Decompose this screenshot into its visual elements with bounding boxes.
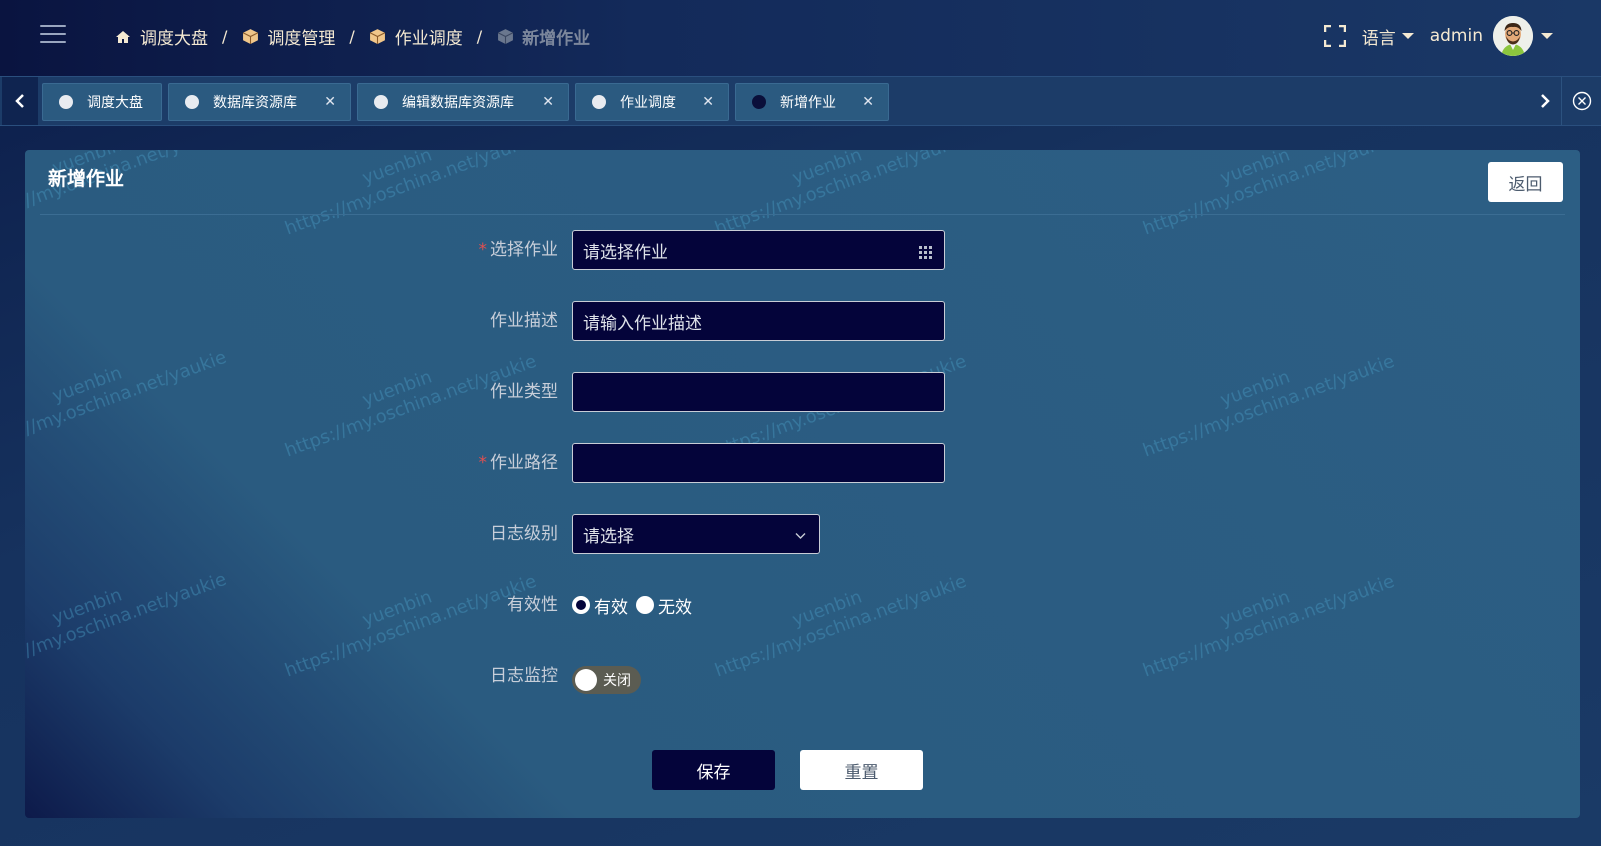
required-mark: * <box>478 240 488 260</box>
select-job-label: * 选择作业 <box>478 240 559 260</box>
job-description-placeholder: 请输入作业描述 <box>583 313 702 334</box>
box-icon <box>496 28 514 46</box>
log-monitor-toggle[interactable]: 关闭 <box>572 666 641 694</box>
tab-label: 编辑数据库资源库 <box>402 95 514 111</box>
tabs-scroll-right-icon[interactable] <box>1527 77 1563 125</box>
tab-close-icon[interactable]: ✕ <box>542 94 554 110</box>
validity-radio-group: 有效 无效 <box>572 585 700 625</box>
job-type-input[interactable] <box>572 372 945 412</box>
breadcrumb-item-dashboard[interactable]: 调度大盘 <box>114 24 208 49</box>
grid-icon[interactable] <box>919 244 932 259</box>
breadcrumb-item-schedule-management[interactable]: 调度管理 <box>241 24 335 49</box>
tab-database-repository[interactable]: 数据库资源库 ✕ <box>168 83 351 121</box>
tab-close-icon[interactable]: ✕ <box>862 94 874 110</box>
log-level-placeholder: 请选择 <box>583 526 634 547</box>
tab-label: 新增作业 <box>780 95 836 111</box>
form-row-job-path: * 作业路径 <box>25 443 1580 483</box>
top-header: 调度大盘 / 调度管理 / 作业调度 / 新增作业 语言 admin <box>0 0 1601 76</box>
tab-new-job[interactable]: 新增作业 ✕ <box>735 83 889 121</box>
tab-dot-icon <box>374 95 388 109</box>
validity-label: 有效性 <box>507 595 558 615</box>
select-job-placeholder: 请选择作业 <box>583 242 668 263</box>
breadcrumb-separator: / <box>476 27 483 46</box>
tab-close-icon[interactable]: ✕ <box>702 94 714 110</box>
tab-edit-database-repository[interactable]: 编辑数据库资源库 ✕ <box>357 83 569 121</box>
username: admin <box>1429 26 1483 46</box>
tabs-scroll-left-icon[interactable] <box>2 77 38 125</box>
radio-invalid[interactable]: 无效 <box>636 593 692 618</box>
tab-dashboard[interactable]: 调度大盘 <box>42 83 162 121</box>
back-button[interactable]: 返回 <box>1488 162 1563 202</box>
form-row-validity: 有效性 有效 无效 <box>25 585 1580 625</box>
reset-button[interactable]: 重置 <box>800 750 923 790</box>
breadcrumb-label: 新增作业 <box>522 29 591 49</box>
job-type-label: 作业类型 <box>490 382 558 402</box>
watermark: yuenbinhttps://my.oschina.net/yaukie <box>1140 150 1398 240</box>
select-job-input[interactable]: 请选择作业 <box>572 230 945 270</box>
fullscreen-icon[interactable] <box>1323 24 1346 48</box>
log-level-select[interactable]: 请选择 <box>572 514 820 554</box>
home-icon <box>114 28 132 46</box>
radio-checked-icon <box>572 596 590 614</box>
box-icon <box>241 28 259 46</box>
job-path-input[interactable] <box>572 443 945 483</box>
avatar <box>1493 16 1533 56</box>
radio-unchecked-icon <box>636 596 654 614</box>
log-level-label: 日志级别 <box>490 524 558 544</box>
caret-down-icon <box>1401 33 1414 39</box>
radio-valid-label: 有效 <box>594 597 628 618</box>
chevron-down-icon <box>794 527 807 540</box>
form-row-job-description: 作业描述 请输入作业描述 <box>25 301 1580 341</box>
breadcrumb: 调度大盘 / 调度管理 / 作业调度 / 新增作业 <box>114 24 590 49</box>
tab-close-icon[interactable]: ✕ <box>324 94 336 110</box>
job-description-input[interactable]: 请输入作业描述 <box>572 301 945 341</box>
job-description-label: 作业描述 <box>490 311 558 331</box>
tab-job-schedule[interactable]: 作业调度 ✕ <box>575 83 729 121</box>
caret-down-icon <box>1541 33 1553 39</box>
tab-dot-icon <box>752 95 766 109</box>
watermark: yuenbinhttps://my.oschina.net/yaukie <box>282 150 540 240</box>
new-job-card: yuenbin https://my.oschina.net/yaukie yue… <box>25 150 1580 818</box>
box-icon <box>369 28 387 46</box>
page-title: 新增作业 <box>48 168 125 190</box>
language-label: 语言 <box>1361 28 1396 49</box>
header-right: 语言 admin <box>1323 16 1553 56</box>
breadcrumb-label: 调度大盘 <box>140 29 208 49</box>
breadcrumb-separator: / <box>222 27 228 46</box>
divider <box>40 214 1565 215</box>
job-path-label: * 作业路径 <box>478 453 559 473</box>
tab-label: 作业调度 <box>620 95 676 111</box>
form-row-log-monitor: 日志监控 关闭 <box>25 656 1580 696</box>
radio-valid[interactable]: 有效 <box>572 593 628 618</box>
breadcrumb-label: 调度管理 <box>267 29 336 49</box>
save-button[interactable]: 保存 <box>652 750 775 790</box>
form-row-log-level: 日志级别 请选择 <box>25 514 1580 554</box>
toggle-knob <box>575 669 597 691</box>
tab-dot-icon <box>592 95 606 109</box>
breadcrumb-separator: / <box>349 27 355 46</box>
menu-toggle-icon[interactable] <box>40 25 66 45</box>
close-all-tabs-icon[interactable] <box>1561 77 1601 125</box>
breadcrumb-item-job-schedule[interactable]: 作业调度 <box>369 24 463 49</box>
breadcrumb-item-new-job: 新增作业 <box>496 24 590 49</box>
tab-label: 数据库资源库 <box>213 95 297 111</box>
user-menu[interactable]: admin <box>1430 16 1553 56</box>
language-dropdown[interactable]: 语言 <box>1362 24 1414 49</box>
watermark: yuenbinhttps://my.oschina.net/yaukie <box>712 150 970 240</box>
form-row-job-type: 作业类型 <box>25 372 1580 412</box>
tab-dot-icon <box>185 95 199 109</box>
radio-invalid-label: 无效 <box>658 597 692 618</box>
toggle-state-text: 关闭 <box>603 673 631 689</box>
tab-dot-icon <box>59 95 73 109</box>
required-mark: * <box>478 453 488 473</box>
tabs-bar: 调度大盘 数据库资源库 ✕ 编辑数据库资源库 ✕ 作业调度 ✕ 新增作业 ✕ <box>0 76 1601 126</box>
tab-label: 调度大盘 <box>87 95 143 111</box>
breadcrumb-label: 作业调度 <box>394 29 463 49</box>
log-monitor-label: 日志监控 <box>490 666 558 686</box>
form-row-select-job: * 选择作业 请选择作业 <box>25 230 1580 270</box>
